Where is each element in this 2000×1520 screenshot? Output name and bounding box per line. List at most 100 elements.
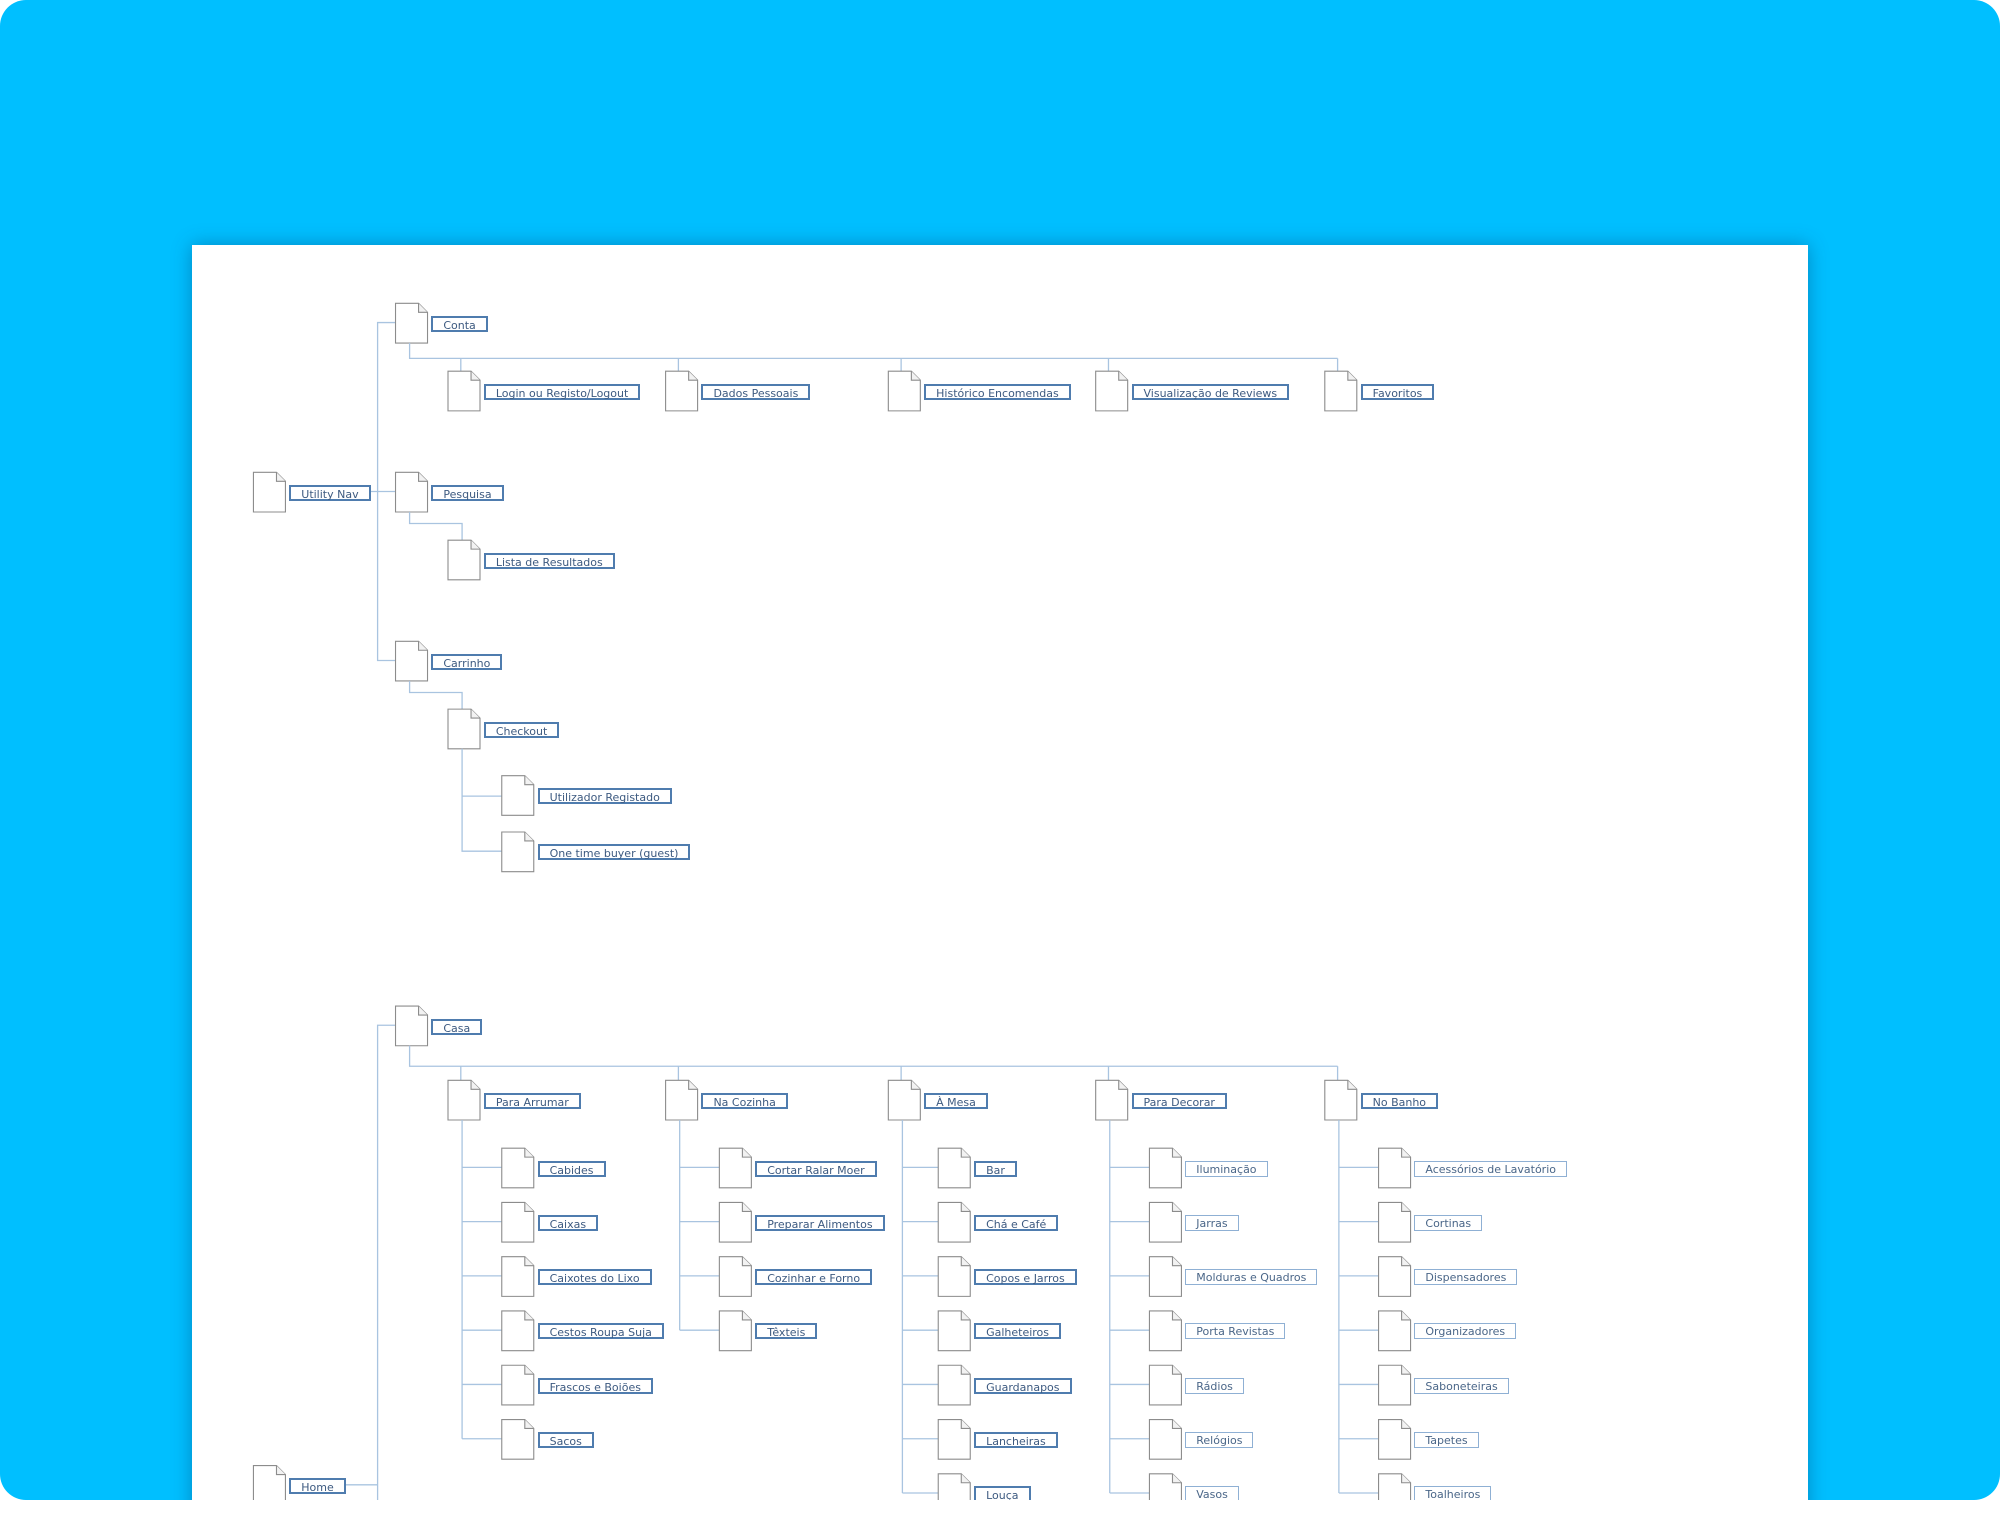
- page-icon: [937, 1418, 971, 1460]
- node-label[interactable]: Frascos e Boiões: [537, 1377, 653, 1394]
- node-label[interactable]: Na Cozinha: [701, 1092, 788, 1109]
- node-label[interactable]: Cestos Roupa Suja: [537, 1323, 664, 1340]
- node-label[interactable]: Cozinhar e Forno: [755, 1269, 873, 1286]
- page-icon: [447, 1079, 481, 1121]
- node-label[interactable]: Jarras: [1185, 1214, 1239, 1231]
- page-icon: [887, 1079, 921, 1121]
- node-label[interactable]: Toalheiros: [1414, 1486, 1492, 1500]
- page-icon: [1324, 370, 1358, 412]
- node-label[interactable]: Vasos: [1185, 1486, 1239, 1500]
- page-icon: [501, 1201, 535, 1243]
- page-icon: [252, 471, 286, 513]
- page-icon: [1378, 1201, 1412, 1243]
- node-label[interactable]: Dispensadores: [1414, 1269, 1518, 1286]
- page-icon: [1148, 1310, 1182, 1352]
- page-icon: [887, 370, 921, 412]
- node-label[interactable]: Relógios: [1185, 1432, 1254, 1448]
- node-label[interactable]: À Mesa: [924, 1092, 988, 1109]
- node-label[interactable]: Caixas: [537, 1214, 599, 1231]
- page-icon: [665, 370, 699, 412]
- node-label[interactable]: Pesquisa: [431, 484, 504, 501]
- node-label[interactable]: Cortar Ralar Moer: [755, 1160, 877, 1177]
- node-label[interactable]: Acessórios de Lavatório: [1414, 1160, 1567, 1177]
- page-icon: [501, 1364, 535, 1406]
- node-label[interactable]: Para Arrumar: [483, 1092, 581, 1109]
- page-icon: [1148, 1147, 1182, 1189]
- node-label[interactable]: Têxteis: [755, 1323, 818, 1340]
- page-icon: [718, 1201, 752, 1243]
- node-label[interactable]: Lancheiras: [974, 1432, 1058, 1448]
- page-icon: [394, 1005, 429, 1047]
- page-icon: [252, 1465, 286, 1500]
- node-label[interactable]: Bar: [974, 1160, 1017, 1177]
- page-icon: [394, 302, 429, 344]
- page-icon: [718, 1310, 752, 1352]
- page-icon: [1148, 1418, 1182, 1460]
- page-icon: [937, 1310, 971, 1352]
- node-label[interactable]: Saboneteiras: [1414, 1377, 1509, 1394]
- node-label[interactable]: Organizadores: [1414, 1323, 1517, 1340]
- node-label[interactable]: Galheteiros: [974, 1323, 1062, 1340]
- node-label[interactable]: Sacos: [537, 1432, 594, 1448]
- node-label[interactable]: Utility Nav: [289, 484, 371, 501]
- node-label[interactable]: Visualização de Reviews: [1131, 383, 1290, 400]
- node-label[interactable]: No Banho: [1360, 1092, 1439, 1109]
- node-label[interactable]: Tapetes: [1414, 1432, 1479, 1448]
- page-icon: [1095, 1079, 1129, 1121]
- page-icon: [937, 1473, 971, 1500]
- page-icon: [1148, 1364, 1182, 1406]
- node-label[interactable]: Cortinas: [1414, 1214, 1483, 1231]
- node-label[interactable]: Utilizador Registado: [537, 788, 672, 805]
- node-label[interactable]: Lista de Resultados: [483, 552, 615, 569]
- node-label[interactable]: Login ou Registo/Logout: [483, 383, 641, 400]
- node-label[interactable]: Checkout: [483, 721, 560, 738]
- node-label[interactable]: Para Decorar: [1131, 1092, 1227, 1109]
- page-icon: [1378, 1418, 1412, 1460]
- node-label[interactable]: Conta: [431, 315, 488, 332]
- page-icon: [1378, 1256, 1412, 1297]
- node-label[interactable]: Chá e Café: [974, 1214, 1059, 1231]
- page-icon: [447, 370, 481, 412]
- page-icon: [501, 1256, 535, 1297]
- page-icon: [501, 1310, 535, 1352]
- node-label[interactable]: One time buyer (guest): [537, 844, 691, 861]
- checkout-branch: [461, 748, 502, 852]
- node-label[interactable]: Histórico Encomendas: [924, 383, 1071, 400]
- page-icon: [937, 1256, 971, 1297]
- node-label[interactable]: Louça: [974, 1486, 1031, 1500]
- node-label[interactable]: Porta Revistas: [1185, 1323, 1286, 1340]
- page-icon: [1148, 1473, 1182, 1500]
- node-label[interactable]: Favoritos: [1360, 383, 1435, 400]
- carrinho-link: [408, 680, 463, 711]
- page-icon: [394, 640, 429, 682]
- node-label[interactable]: Dados Pessoais: [701, 383, 811, 400]
- page-icon: [447, 708, 481, 750]
- page-icon: [665, 1079, 699, 1121]
- node-label[interactable]: Preparar Alimentos: [755, 1214, 885, 1231]
- pesquisa-link: [408, 512, 463, 542]
- casa-bus: [408, 1045, 1338, 1067]
- node-label[interactable]: Casa: [431, 1018, 483, 1035]
- node-label[interactable]: Carrinho: [431, 653, 503, 670]
- node-label[interactable]: Cabides: [537, 1160, 606, 1177]
- node-label[interactable]: Copos e Jarros: [974, 1269, 1077, 1286]
- node-label[interactable]: Home: [289, 1478, 346, 1495]
- home-branch: [376, 1024, 396, 1500]
- page-icon: [718, 1256, 752, 1297]
- page-icon: [501, 775, 535, 816]
- node-label[interactable]: Molduras e Quadros: [1185, 1269, 1318, 1286]
- connector-lines: [252, 302, 1412, 1500]
- node-label[interactable]: Caixotes do Lixo: [537, 1269, 652, 1286]
- page-icon: [718, 1147, 752, 1189]
- page-icon: [937, 1147, 971, 1189]
- page-icon: [1378, 1364, 1412, 1406]
- page-icon: [501, 1418, 535, 1460]
- conta-bus: [408, 343, 1338, 360]
- node-label[interactable]: Rádios: [1185, 1377, 1244, 1394]
- page-icon: [501, 831, 535, 873]
- node-label[interactable]: Guardanapos: [974, 1377, 1072, 1394]
- node-label[interactable]: Iluminação: [1185, 1160, 1268, 1177]
- page-icon: [1378, 1473, 1412, 1500]
- page-icon: [1095, 370, 1129, 412]
- page-icon: [1378, 1310, 1412, 1352]
